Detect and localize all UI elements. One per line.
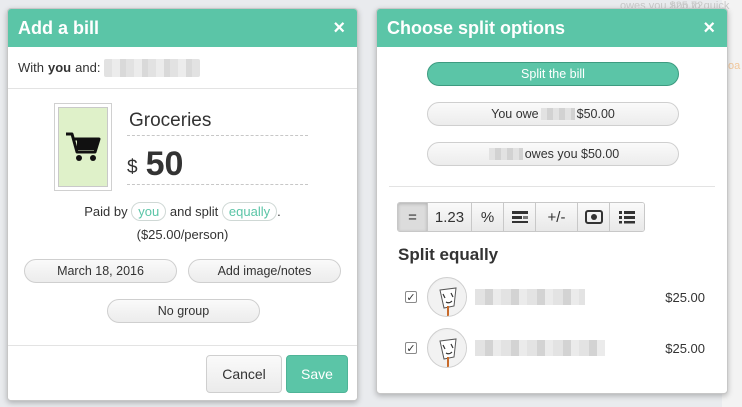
cancel-button[interactable]: Cancel bbox=[206, 355, 282, 393]
avatar bbox=[427, 328, 467, 368]
owes-you-label: owes you $50.00 bbox=[524, 147, 620, 161]
save-button[interactable]: Save bbox=[286, 355, 348, 393]
split-receipt-tool[interactable] bbox=[578, 203, 610, 231]
split-presets: Split the bill You owe $50.00 owes you $… bbox=[389, 47, 715, 187]
with-you-label: you bbox=[48, 60, 72, 75]
split-adjust-tool[interactable]: +/- bbox=[536, 203, 578, 231]
participant-name-redacted bbox=[104, 58, 201, 77]
paid-by-label: Paid by bbox=[84, 204, 128, 219]
period: . bbox=[277, 204, 281, 219]
paid-by-line: Paid by you and split equally. bbox=[8, 202, 357, 221]
add-image-notes-button[interactable]: Add image/notes bbox=[188, 259, 341, 283]
list-item: ✓ $25.00 bbox=[405, 275, 705, 319]
list-icon bbox=[619, 211, 635, 224]
close-icon[interactable]: × bbox=[333, 18, 345, 38]
date-button[interactable]: March 18, 2016 bbox=[24, 259, 177, 283]
redacted-name bbox=[540, 108, 575, 120]
person-share: $25.00 bbox=[665, 340, 705, 356]
split-options-dialog: Choose split options × Split the bill Yo… bbox=[376, 8, 728, 394]
amount-value: 50 bbox=[145, 145, 184, 183]
you-owe-full-button[interactable]: You owe $50.00 bbox=[427, 102, 679, 126]
split-itemized-tool[interactable] bbox=[610, 203, 644, 231]
dialog-title: Choose split options bbox=[387, 17, 565, 38]
owes-you-full-button[interactable]: owes you $50.00 bbox=[427, 142, 679, 166]
avatar bbox=[427, 277, 467, 317]
person-share: $25.00 bbox=[665, 289, 705, 305]
split-method-heading: Split equally bbox=[398, 245, 499, 264]
you-owe-amount: $50.00 bbox=[576, 107, 615, 121]
money-bill-icon bbox=[584, 210, 603, 224]
with-and-label: and: bbox=[75, 60, 101, 75]
group-button[interactable]: No group bbox=[107, 299, 260, 323]
you-owe-label: You owe bbox=[491, 107, 539, 121]
shopping-cart-icon bbox=[66, 132, 101, 161]
bill-body: Groceries $ 50 Paid by you and split equ… bbox=[8, 89, 357, 345]
dialog-title: Add a bill bbox=[18, 17, 99, 38]
amount-input[interactable]: $ 50 bbox=[127, 145, 308, 185]
background-text: oa bbox=[728, 60, 741, 72]
category-button[interactable] bbox=[58, 107, 108, 187]
redacted-name bbox=[488, 148, 523, 160]
split-method-toolbar: = 1.23 % +/- bbox=[397, 202, 645, 232]
split-label: and split bbox=[169, 204, 219, 219]
dialog-header: Add a bill × bbox=[8, 9, 357, 47]
participants-row[interactable]: With you and: bbox=[8, 47, 357, 89]
dialog-footer: Cancel Save bbox=[8, 345, 357, 400]
split-percent-tool[interactable]: % bbox=[472, 203, 504, 231]
payer-selector[interactable]: you bbox=[131, 202, 167, 221]
currency-symbol: $ bbox=[127, 156, 138, 178]
split-the-bill-button[interactable]: Split the bill bbox=[427, 62, 679, 86]
close-icon[interactable]: × bbox=[703, 18, 715, 38]
shares-icon bbox=[511, 211, 528, 223]
with-label: With bbox=[18, 60, 44, 75]
person-name-redacted bbox=[475, 340, 605, 356]
person-name-redacted bbox=[475, 289, 585, 305]
per-person-amount: ($25.00/person) bbox=[136, 227, 229, 242]
split-type-selector[interactable]: equally bbox=[221, 202, 278, 221]
add-bill-dialog: Add a bill × With you and: Groceries $ 5… bbox=[7, 8, 358, 401]
person-checkbox[interactable]: ✓ bbox=[405, 342, 417, 355]
split-shares-tool[interactable] bbox=[504, 203, 536, 231]
description-input[interactable]: Groceries bbox=[127, 110, 308, 136]
split-equally-tool[interactable]: = bbox=[398, 203, 428, 231]
split-exact-tool[interactable]: 1.23 bbox=[428, 203, 472, 231]
dialog-header: Choose split options × bbox=[377, 9, 727, 47]
person-checkbox[interactable]: ✓ bbox=[405, 291, 417, 304]
list-item: ✓ $25.00 bbox=[405, 326, 705, 370]
